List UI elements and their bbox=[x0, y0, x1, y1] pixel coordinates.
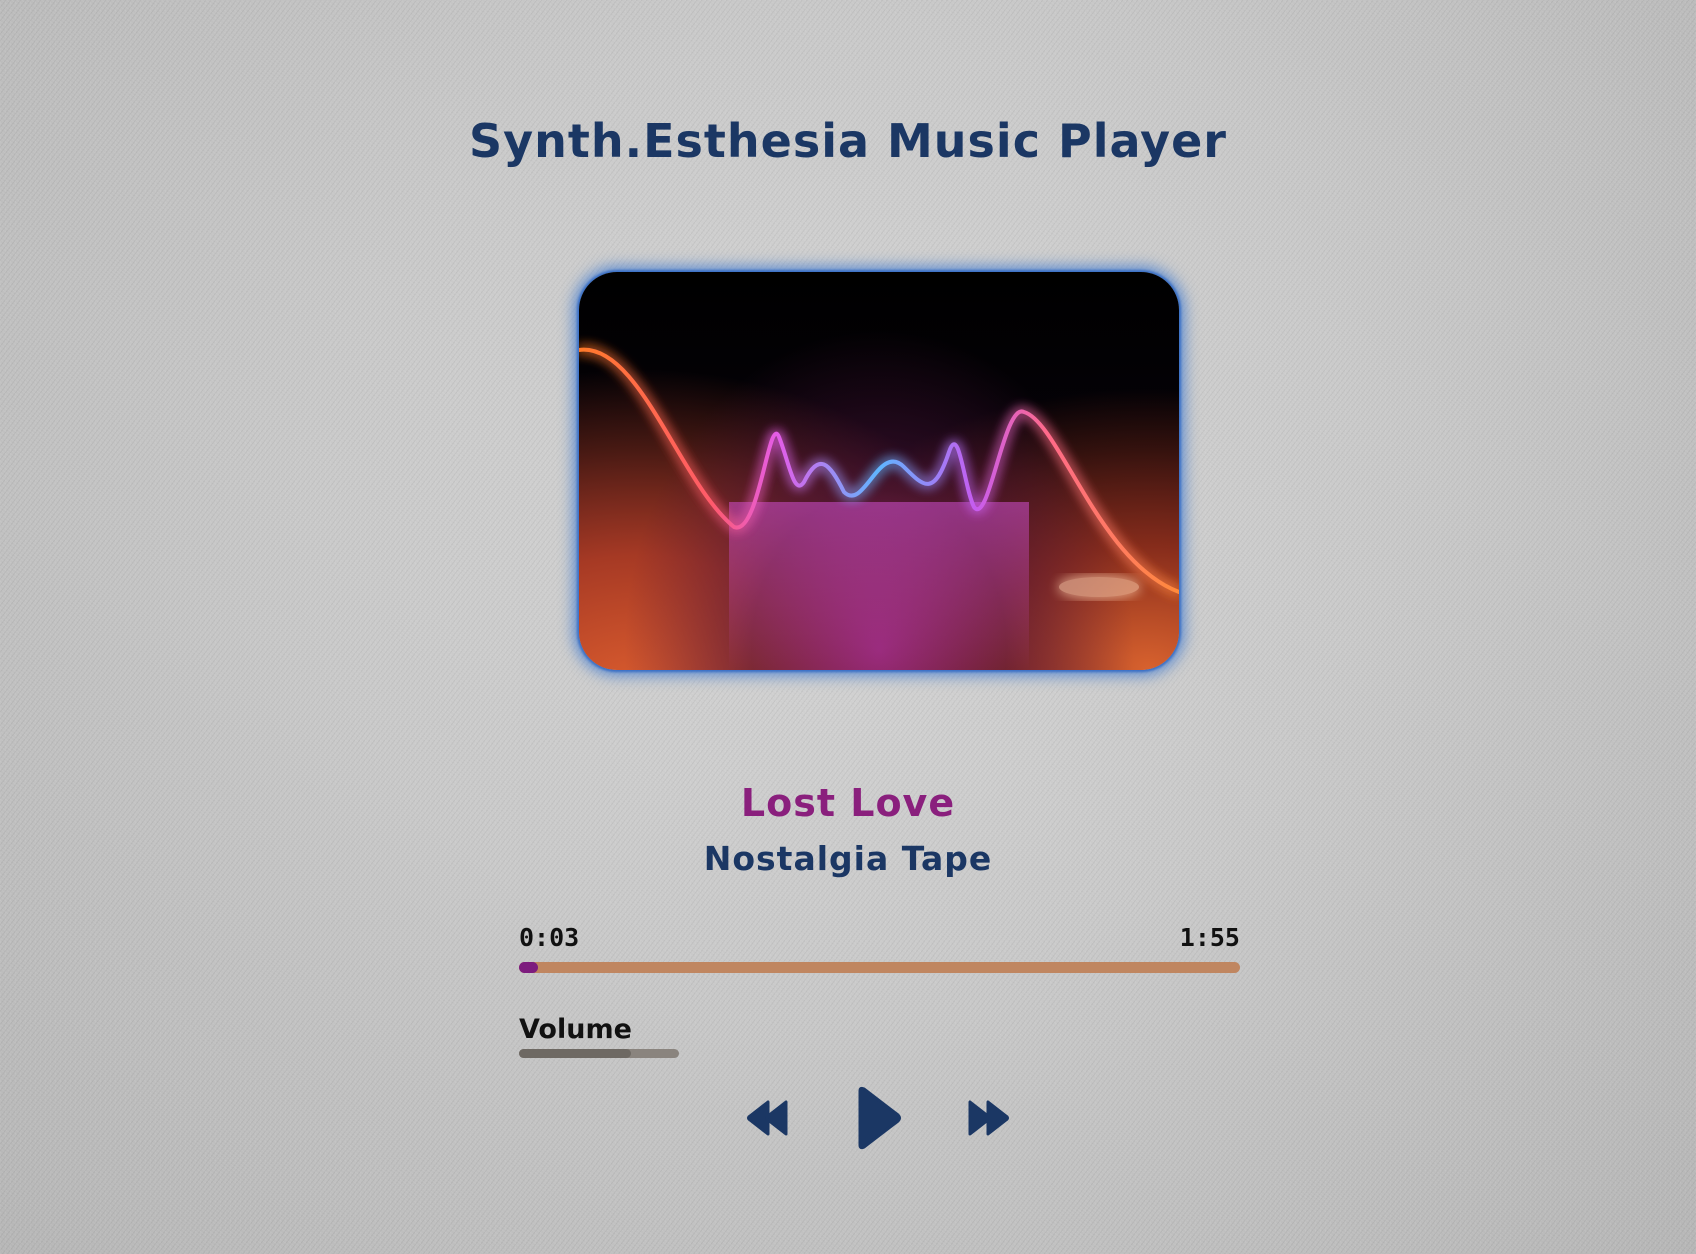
neon-wave-image bbox=[579, 347, 1179, 670]
volume-label: Volume bbox=[519, 1014, 632, 1045]
rewind-button[interactable] bbox=[746, 1096, 790, 1140]
album-art bbox=[579, 272, 1179, 670]
artist-name: Nostalgia Tape bbox=[703, 839, 993, 878]
play-button[interactable] bbox=[854, 1085, 902, 1151]
volume-slider[interactable] bbox=[519, 1049, 679, 1058]
progress-fill bbox=[519, 962, 538, 973]
song-title: Lost Love bbox=[740, 781, 956, 825]
app-title: Synth.Esthesia Music Player bbox=[469, 114, 1227, 168]
fast-forward-button[interactable] bbox=[966, 1096, 1010, 1140]
volume-fill bbox=[519, 1049, 631, 1058]
fast-forward-icon bbox=[968, 1100, 1009, 1136]
progress-bar[interactable] bbox=[519, 962, 1240, 973]
rewind-icon bbox=[747, 1100, 788, 1136]
play-icon bbox=[858, 1086, 901, 1150]
total-time: 1:55 bbox=[1179, 923, 1240, 952]
current-time: 0:03 bbox=[519, 923, 580, 952]
